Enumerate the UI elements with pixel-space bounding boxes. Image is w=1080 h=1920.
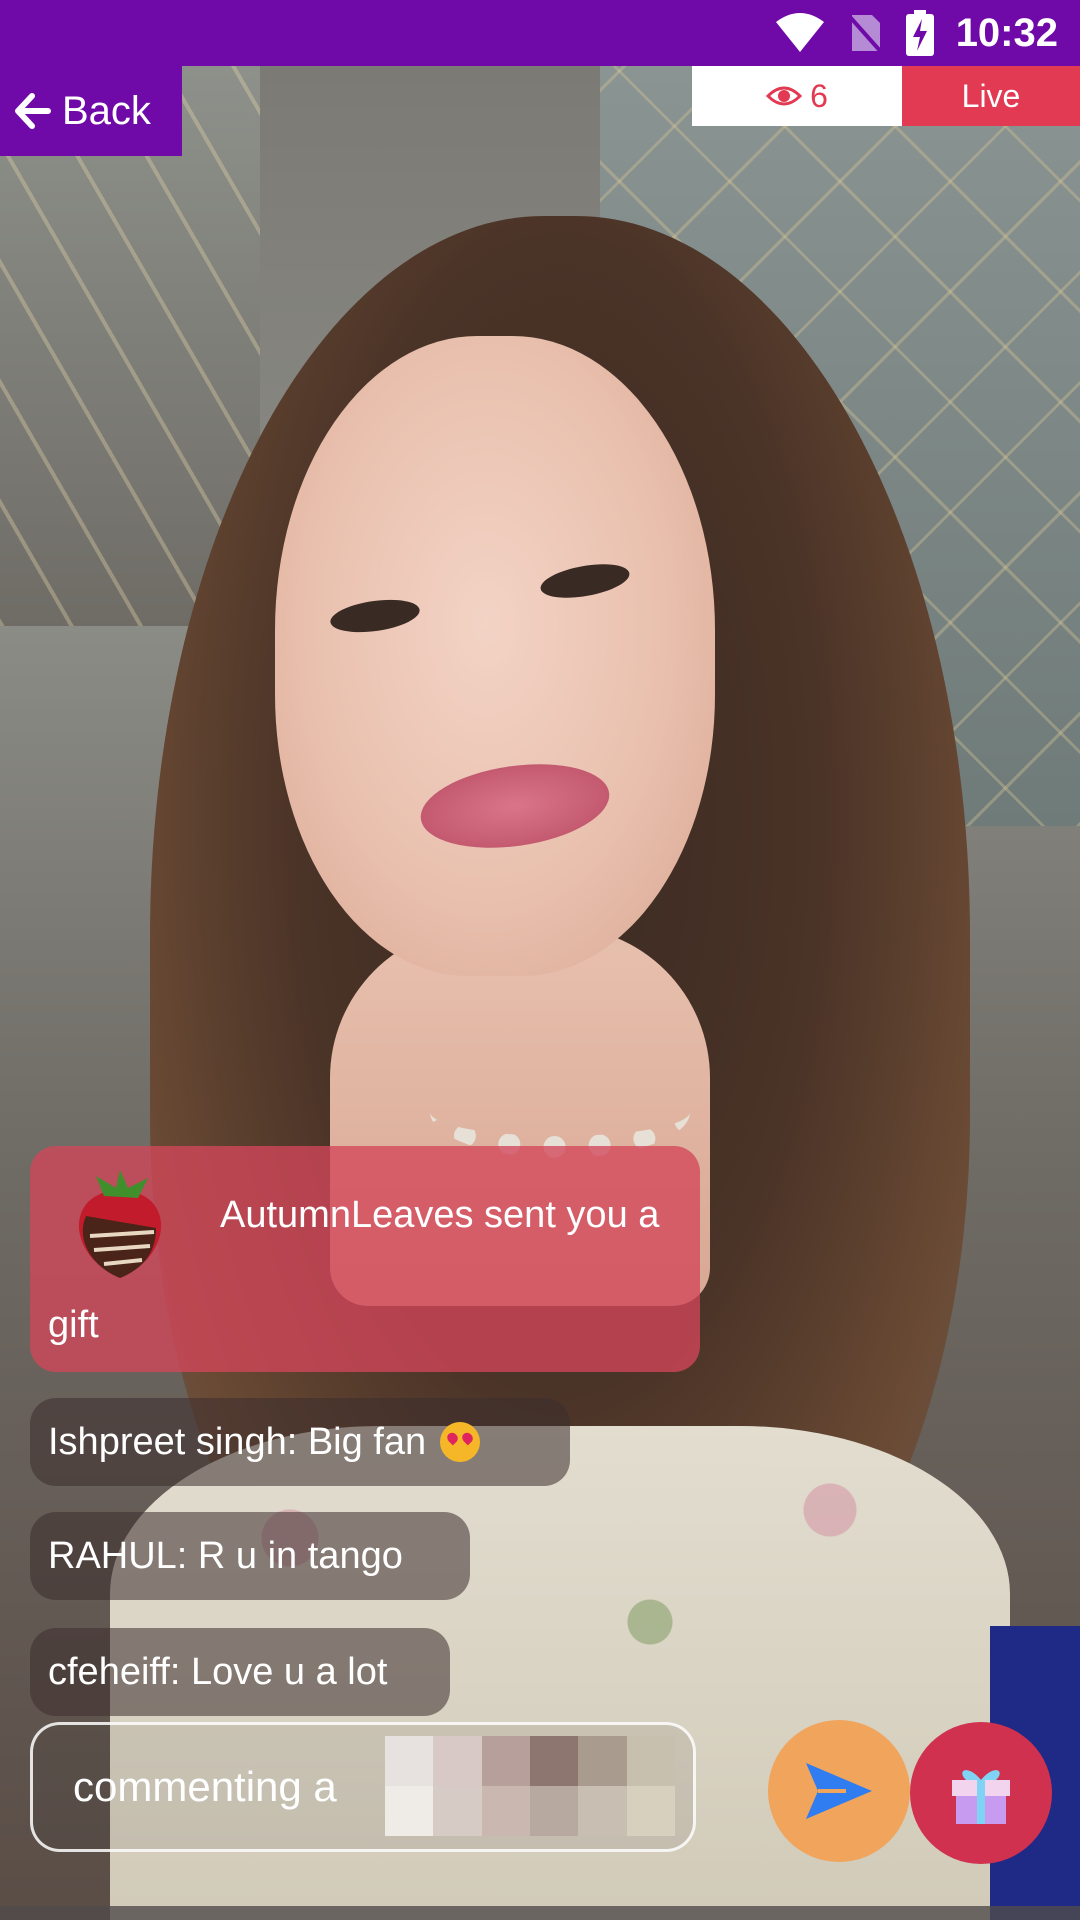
send-button[interactable] bbox=[768, 1720, 910, 1862]
chat-message: RAHUL: R u in tango bbox=[30, 1512, 470, 1600]
streamer-face bbox=[275, 336, 715, 976]
gift-text-line2: gift bbox=[48, 1304, 99, 1346]
back-label: Back bbox=[62, 88, 151, 133]
streamer-necklace bbox=[430, 1066, 690, 1158]
chat-message: Ishpreet singh: Big fan bbox=[30, 1398, 570, 1486]
chat-message-text: cfeheiff: Love u a lot bbox=[48, 1650, 388, 1693]
status-bar: 10:32 bbox=[0, 0, 1080, 66]
gift-notification: AutumnLeaves sent you a gift bbox=[30, 1146, 700, 1372]
gift-box-icon bbox=[952, 1770, 1010, 1824]
battery-charging-icon bbox=[905, 10, 934, 56]
viewer-count: 6 bbox=[692, 66, 902, 126]
navigation-strip bbox=[0, 1906, 1080, 1920]
chat-message-text: RAHUL: R u in tango bbox=[48, 1534, 403, 1577]
viewer-count-value: 6 bbox=[810, 77, 828, 114]
send-icon bbox=[806, 1763, 872, 1819]
chocolate-strawberry-icon bbox=[78, 1170, 162, 1278]
live-badge: Live bbox=[902, 66, 1080, 126]
gift-button[interactable] bbox=[910, 1722, 1052, 1864]
no-sim-icon bbox=[848, 15, 884, 55]
pixelated-overlay bbox=[385, 1736, 675, 1836]
arrow-left-icon bbox=[15, 93, 51, 129]
back-button[interactable]: Back bbox=[0, 66, 182, 156]
heart-eyes-emoji bbox=[440, 1422, 481, 1462]
chat-message: cfeheiff: Love u a lot bbox=[30, 1628, 450, 1716]
chat-message-text: Ishpreet singh: Big fan bbox=[48, 1420, 427, 1463]
eye-icon bbox=[766, 86, 803, 106]
wifi-icon bbox=[775, 13, 824, 52]
gift-text-line1: AutumnLeaves sent you a bbox=[220, 1194, 660, 1236]
status-time: 10:32 bbox=[955, 10, 1058, 55]
